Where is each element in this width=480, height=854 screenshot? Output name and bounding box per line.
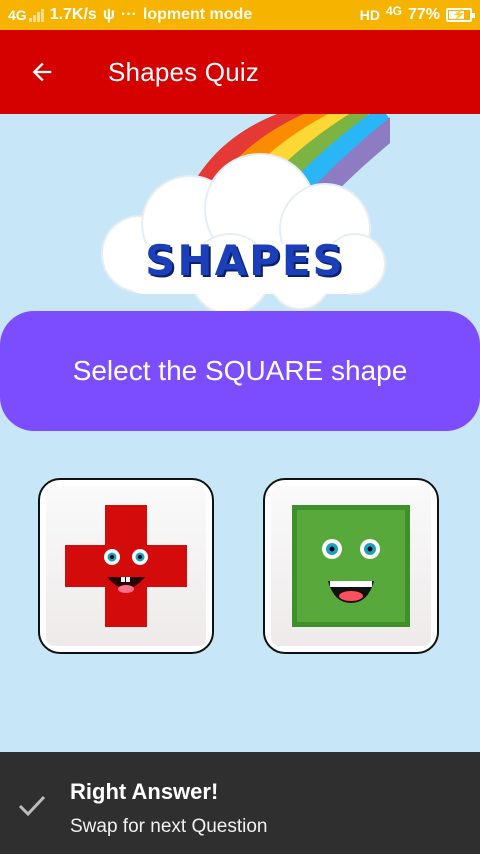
option-cross-image[interactable] [46,486,206,646]
hd-indicator: HD [359,7,380,23]
arrow-back-icon[interactable] [28,58,56,86]
snackbar-message: Swap for next Question [70,816,268,837]
check-icon [18,795,46,817]
cross-shape-icon [65,505,187,627]
notification-text: lopment mode [142,6,253,23]
shapes-banner: SHAPES [100,104,407,315]
app-bar: Shapes Quiz [0,30,480,114]
option-square-image[interactable] [271,486,431,646]
option-square[interactable] [263,478,439,654]
snackbar-title: Right Answer! [70,779,219,804]
status-right: HD 4G 77% ⚡ [359,4,475,24]
status-bar: 4G 1.7K/s ψ ··· lopment mode HD 4G 77% ⚡ [0,0,480,30]
battery-percent: 77% [407,6,440,23]
option-cross[interactable] [38,478,214,654]
more-notifications-icon: ··· [120,6,137,23]
back-button[interactable] [12,30,72,114]
question-card: Select the SQUARE shape [0,311,480,431]
status-left: 4G 1.7K/s ψ ··· lopment mode [8,6,252,24]
battery-icon: ⚡ [446,8,475,22]
banner-title: SHAPES [145,236,345,285]
page-title: Shapes Quiz [108,56,260,87]
net-type-indicator: 4G [385,4,402,18]
network-type: 4G [8,7,27,23]
square-shape-icon [292,505,410,627]
usb-icon: ψ [102,6,115,23]
network-speed: 1.7K/s [49,6,97,23]
signal-icon [28,8,44,22]
result-snackbar: Right Answer! Swap for next Question [0,752,480,854]
question-text: Select the SQUARE shape [72,355,408,386]
